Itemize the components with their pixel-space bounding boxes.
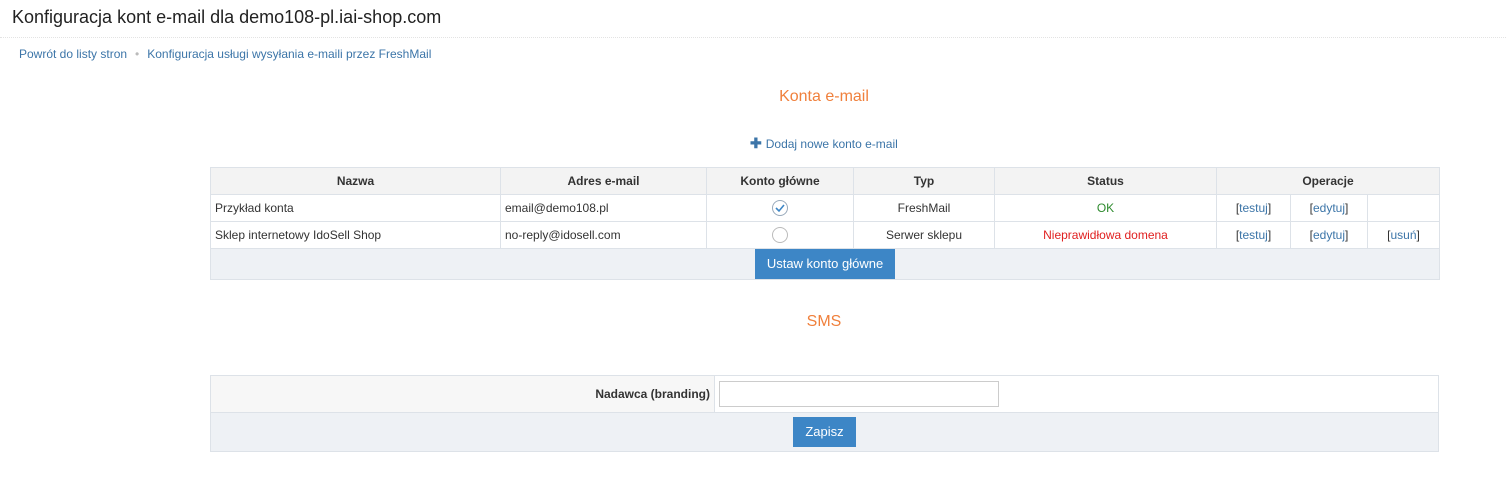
plus-icon: ✚ [750, 135, 762, 151]
account-email: email@demo108.pl [500, 194, 707, 222]
save-button[interactable]: Zapisz [793, 417, 856, 447]
table-footer-row: Ustaw konto główne [210, 248, 1440, 280]
column-header-operations: Operacje [1216, 167, 1440, 195]
account-email: no-reply@idosell.com [500, 221, 707, 249]
sender-label: Nadawca (branding) [210, 375, 715, 413]
sms-form-table: Nadawca (branding) Zapisz [210, 375, 1439, 452]
sms-footer-row: Zapisz [210, 412, 1439, 452]
breadcrumb: Powrót do listy stron • Konfiguracja usług… [19, 47, 431, 61]
test-link[interactable]: testuj [1239, 201, 1268, 215]
check-icon [775, 204, 785, 213]
op-edit-cell: [edytuj] [1290, 194, 1368, 222]
main-account-radio[interactable] [772, 227, 788, 243]
main-account-cell [706, 194, 854, 222]
title-divider [0, 37, 1506, 38]
sms-sender-row: Nadawca (branding) [210, 375, 1439, 413]
accounts-table: Nazwa Adres e-mail Konto główne Typ Stat… [210, 167, 1440, 280]
table-footer: Ustaw konto główne [210, 248, 1440, 280]
column-header-type: Typ [853, 167, 995, 195]
column-header-name: Nazwa [210, 167, 501, 195]
main-account-radio-checked[interactable] [772, 200, 788, 216]
account-type: FreshMail [853, 194, 995, 222]
table-row: Sklep internetowy IdoSell Shop no-reply@… [210, 221, 1440, 249]
account-status: OK [994, 194, 1217, 222]
edit-link[interactable]: edytuj [1313, 228, 1345, 242]
column-header-email: Adres e-mail [500, 167, 707, 195]
table-row: Przykład konta email@demo108.pl FreshMai… [210, 194, 1440, 222]
breadcrumb-back-link[interactable]: Powrót do listy stron [19, 47, 127, 61]
test-link[interactable]: testuj [1239, 228, 1268, 242]
account-name: Sklep internetowy IdoSell Shop [210, 221, 501, 249]
op-empty-cell [1367, 194, 1440, 222]
set-main-account-button[interactable]: Ustaw konto główne [754, 249, 896, 279]
column-header-status: Status [994, 167, 1217, 195]
op-delete-cell: [usuń] [1367, 221, 1440, 249]
sender-input-cell [714, 375, 1439, 413]
main-account-cell [706, 221, 854, 249]
delete-link[interactable]: usuń [1390, 228, 1416, 242]
op-edit-cell: [edytuj] [1290, 221, 1368, 249]
page-title: Konfiguracja kont e-mail dla demo108-pl.… [12, 7, 442, 27]
add-account-link[interactable]: ✚ Dodaj nowe konto e-mail [750, 135, 898, 152]
sms-section-title: SMS [806, 313, 842, 330]
op-test-cell: [testuj] [1216, 194, 1291, 222]
accounts-section-title: Konta e-mail [779, 88, 869, 105]
account-status: Nieprawidłowa domena [994, 221, 1217, 249]
add-account-label: Dodaj nowe konto e-mail [765, 137, 898, 151]
column-header-main: Konto główne [706, 167, 854, 195]
sms-footer: Zapisz [210, 412, 1439, 452]
op-test-cell: [testuj] [1216, 221, 1291, 249]
sender-input[interactable] [719, 381, 999, 407]
account-type: Serwer sklepu [853, 221, 995, 249]
edit-link[interactable]: edytuj [1313, 201, 1345, 215]
breadcrumb-separator: • [135, 47, 140, 61]
breadcrumb-freshmail-link[interactable]: Konfiguracja usługi wysyłania e-maili pr… [147, 47, 431, 61]
table-header-row: Nazwa Adres e-mail Konto główne Typ Stat… [210, 167, 1440, 195]
account-name: Przykład konta [210, 194, 501, 222]
